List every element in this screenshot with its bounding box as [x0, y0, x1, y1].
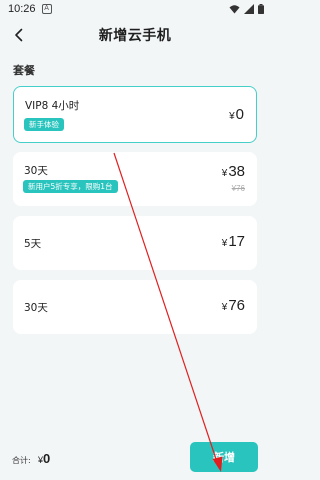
status-bar: 10:26 A [0, 0, 270, 18]
plan-card-30day-promo[interactable]: 30天 新用户5折专享，限购1台 ¥38 ¥76 [13, 152, 257, 206]
plan-card-vip8[interactable]: VIP8 4小时 新手体验 ¥0 [13, 86, 257, 143]
notification-icon: A [41, 4, 52, 14]
plan-name: 5天 [24, 238, 42, 250]
battery-icon [258, 4, 264, 14]
original-price: ¥76 [231, 184, 245, 193]
signal-icon [244, 4, 254, 14]
price-value: 38 [228, 163, 245, 180]
currency-symbol: ¥ [221, 302, 228, 313]
page-title: 新增云手机 [98, 28, 172, 44]
currency-symbol: ¥ [229, 111, 235, 122]
wifi-icon [229, 5, 240, 14]
plan-price: ¥17 [222, 233, 245, 250]
back-arrow-icon[interactable] [10, 26, 28, 44]
price-value: 17 [228, 233, 245, 250]
currency-symbol: ¥ [221, 168, 228, 179]
plan-card-30day[interactable]: 30天 ¥76 [13, 280, 257, 334]
plan-badge: 新用户5折专享，限购1台 [23, 180, 118, 193]
plan-card-5day[interactable]: 5天 ¥17 [13, 216, 257, 270]
total-label: 合计: [12, 456, 31, 465]
section-title: 套餐 [13, 64, 35, 77]
currency-symbol: ¥ [221, 238, 228, 249]
total-amount: 0 [43, 451, 51, 466]
plan-badge: 新手体验 [24, 118, 64, 131]
status-icons [229, 4, 264, 14]
status-time: 10:26 [8, 3, 36, 15]
plan-price: ¥0 [229, 106, 244, 123]
price-value: 0 [235, 106, 244, 123]
price-value: 76 [228, 297, 245, 314]
plan-price: ¥38 [222, 163, 245, 180]
total-value: ¥0 [38, 450, 50, 468]
plan-name: VIP8 4小时 [25, 100, 80, 112]
plan-price: ¥76 [222, 297, 245, 314]
plan-name: 30天 [24, 165, 48, 177]
plan-name: 30天 [24, 302, 48, 314]
add-button[interactable]: 新增 [190, 442, 258, 472]
header: 新增云手机 [0, 18, 270, 52]
